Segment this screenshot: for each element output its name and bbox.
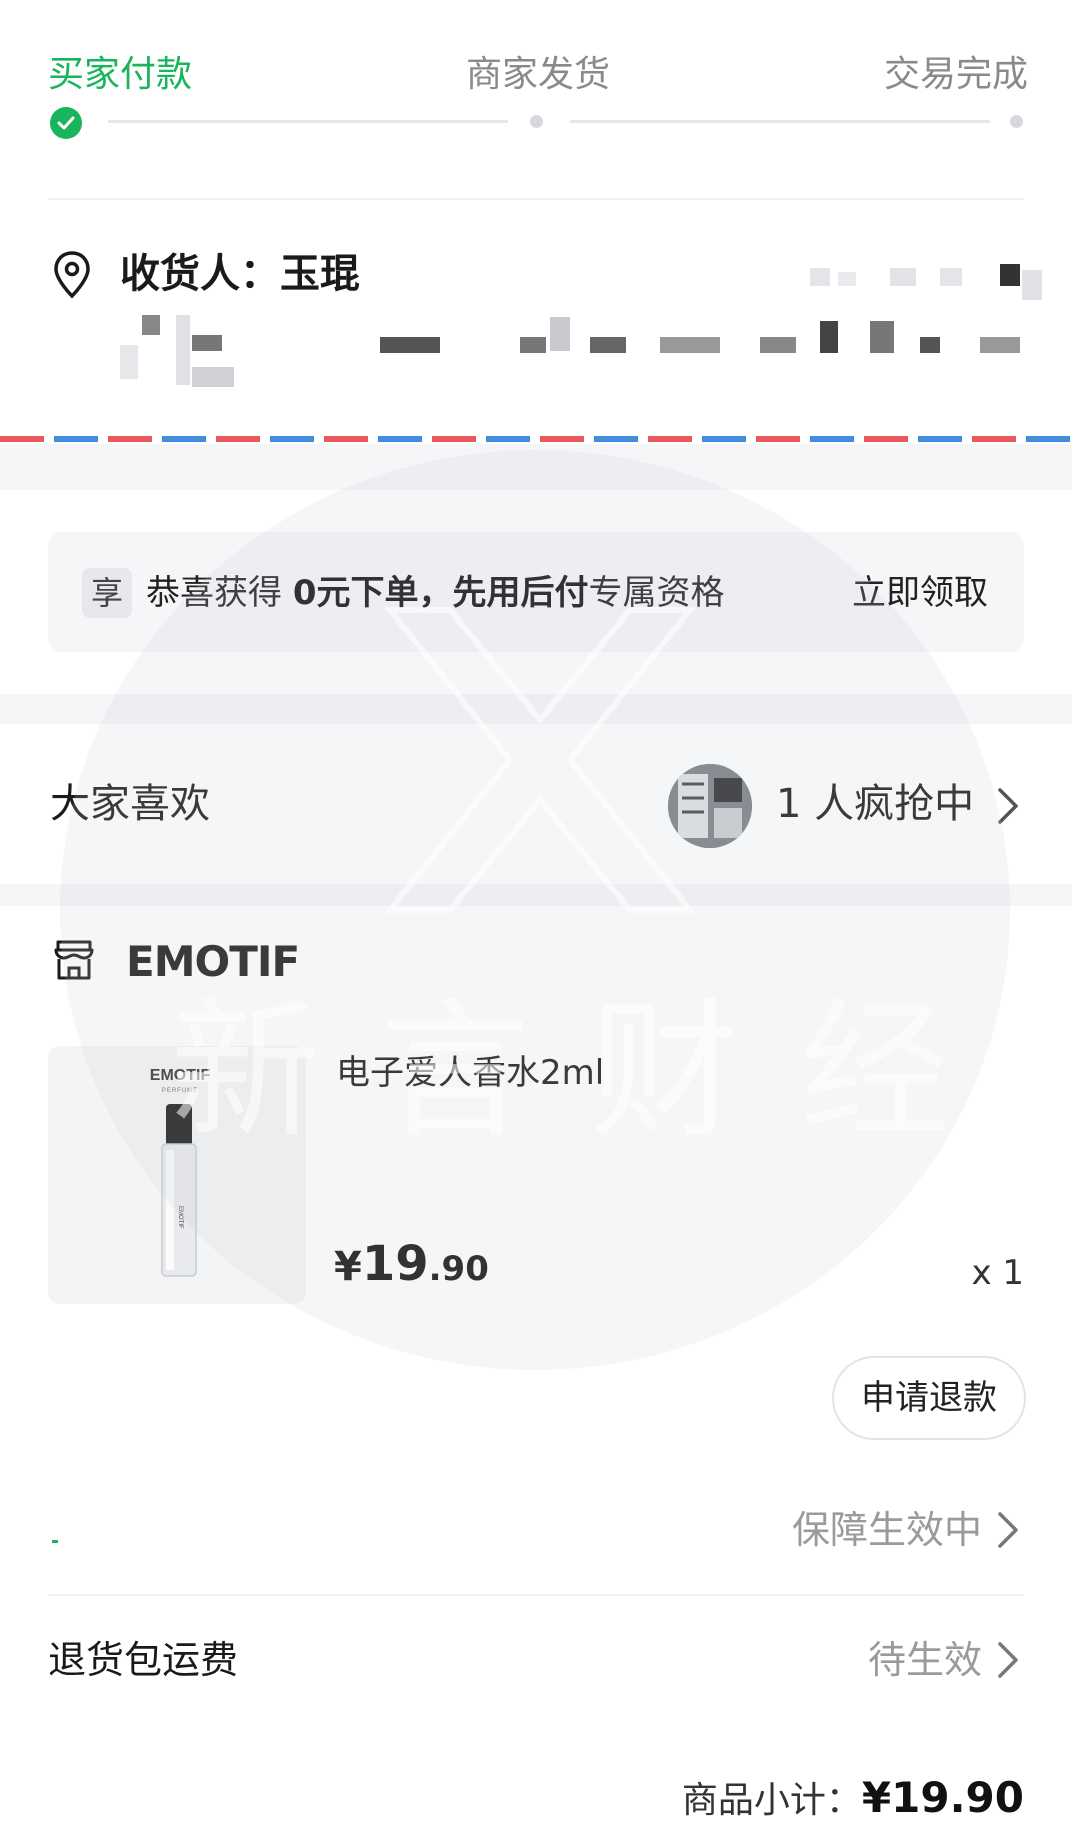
location-pin-icon — [54, 251, 90, 299]
chevron-right-icon — [998, 1512, 1018, 1548]
return-shipping-label: 退货包运费 — [48, 1638, 239, 1682]
shipping-address[interactable]: 收货人：玉琨 — [0, 200, 1072, 442]
address-stripe — [0, 436, 1072, 442]
buyer-avatar — [668, 764, 752, 848]
claim-now-link[interactable]: 立即领取 — [852, 566, 988, 620]
section-gap — [0, 694, 1072, 724]
shop-icon — [54, 940, 94, 980]
recipient-name: 收货人：玉琨 — [120, 251, 360, 297]
buyer-count: 1 人疯抢中 — [776, 781, 975, 827]
order-progress: 买家付款 商家发货 交易完成 — [0, 0, 1072, 200]
request-refund-button[interactable]: 申请退款 — [832, 1356, 1026, 1440]
product-price: ¥19.90 — [334, 1236, 489, 1292]
item-subtotal: 商品小计：¥19.90 — [681, 1773, 1024, 1822]
step-buyer-paid: 买家付款 — [48, 54, 193, 95]
chevron-right-icon — [998, 1642, 1018, 1678]
chevron-right-icon — [998, 788, 1018, 824]
step-seller-ship: 商家发货 — [466, 54, 611, 95]
section-gap — [0, 444, 1072, 490]
product-quantity: x 1 — [971, 1253, 1024, 1293]
phone-number-redacted — [810, 264, 1050, 300]
divider — [48, 1594, 1024, 1596]
promo-tag: 享 — [82, 568, 132, 618]
promo-text: 恭喜获得 0元下单，先用后付专属资格 — [146, 573, 725, 613]
product-image-brand-sub: PERFUME — [162, 1088, 198, 1094]
step-trade-complete: 交易完成 — [884, 54, 1029, 95]
progress-track-2 — [570, 120, 990, 123]
everyone-likes-title: 大家喜欢 — [50, 781, 210, 827]
shop-name[interactable]: EMOTIF — [126, 932, 300, 992]
progress-track-1 — [108, 120, 508, 123]
step-dot-3 — [1010, 115, 1023, 128]
address-detail-redacted — [120, 315, 1050, 405]
product-name[interactable]: 电子爱人香水2ml — [336, 1048, 604, 1098]
product-image-brand: EMOTIF — [150, 1067, 211, 1084]
everyone-likes-row[interactable]: 大家喜欢 1 人疯抢中 — [0, 724, 1072, 884]
pay-later-promo[interactable]: 享 恭喜获得 0元下单，先用后付专属资格 立即领取 — [48, 532, 1024, 652]
step-dot-2 — [530, 115, 543, 128]
guarantee-marker — [52, 1540, 58, 1543]
check-circle-icon — [50, 107, 82, 139]
guarantee-status[interactable]: 保障生效中 — [792, 1502, 982, 1558]
return-shipping-status[interactable]: 待生效 — [868, 1632, 982, 1688]
svg-text:EMOTIF: EMOTIF — [177, 1206, 183, 1229]
product-image[interactable]: EMOTIF PERFUME EMOTIF — [48, 1046, 306, 1304]
section-gap — [0, 884, 1072, 906]
